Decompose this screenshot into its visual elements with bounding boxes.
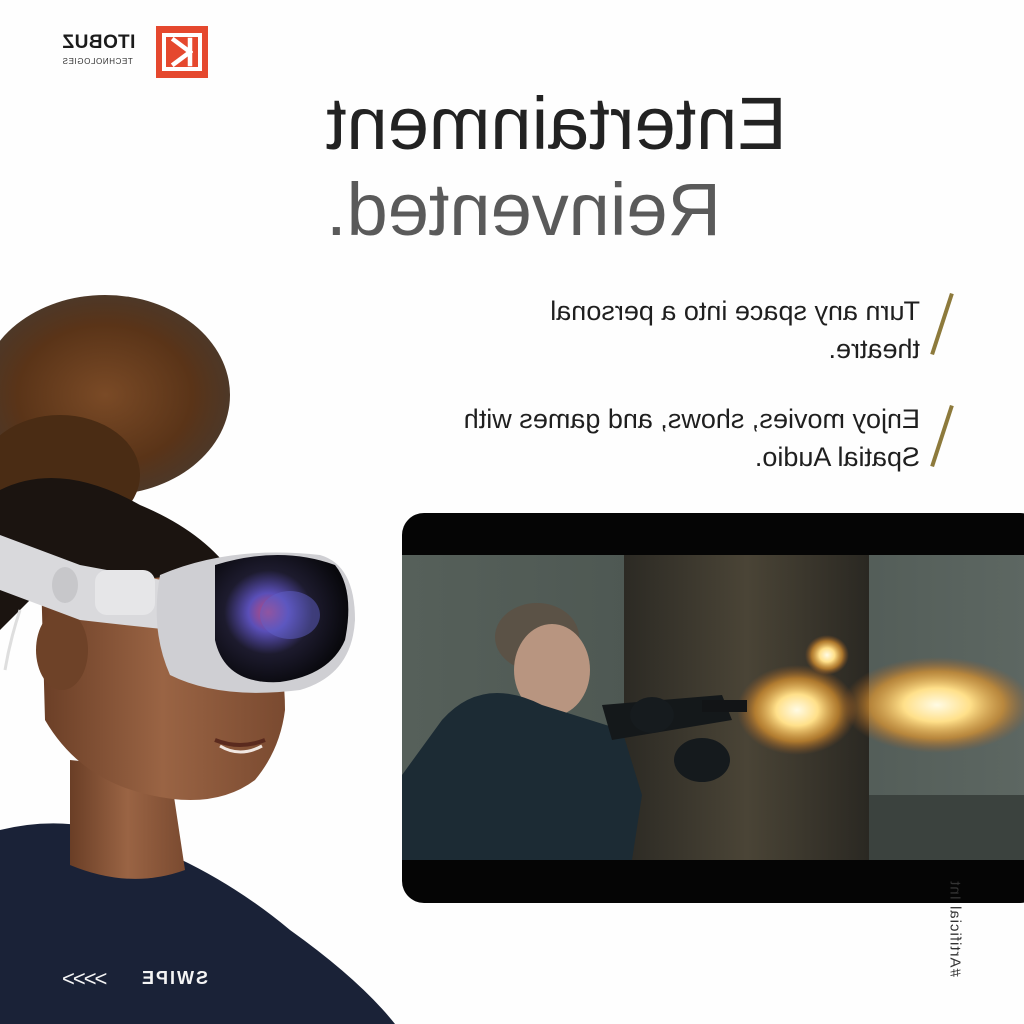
page: ITOBUZ TECHNOLOGIES Entertainment Reinve… bbox=[0, 0, 1024, 1024]
brand-logo-icon bbox=[156, 26, 208, 78]
vertical-hashtag: #Artificial Int bbox=[946, 880, 964, 977]
bullet-text-2: Enjoy movies, shows, and games with Spat… bbox=[463, 404, 920, 472]
brand-subtitle: TECHNOLOGIES bbox=[62, 57, 133, 66]
swipe-arrows-icon: <<<< bbox=[62, 966, 107, 991]
headline-line-1: Entertainment bbox=[326, 82, 787, 165]
video-frame bbox=[402, 513, 1024, 903]
bullet-slash-icon bbox=[930, 292, 954, 356]
headline-line-2: Reinvented. bbox=[326, 168, 721, 251]
swipe-label: SWIPE bbox=[140, 968, 209, 988]
swipe-hint[interactable]: <<<< SWIPE bbox=[62, 966, 212, 994]
person-with-headset-image bbox=[0, 290, 400, 1024]
brand-name: ITOBUZ bbox=[62, 32, 136, 53]
bullet-text-1: Turn any space into a personal theatre. bbox=[550, 296, 920, 364]
bullet-slash-icon bbox=[930, 404, 954, 468]
brand-logo: ITOBUZ TECHNOLOGIES bbox=[62, 24, 212, 80]
video-scene-image bbox=[402, 555, 1024, 860]
